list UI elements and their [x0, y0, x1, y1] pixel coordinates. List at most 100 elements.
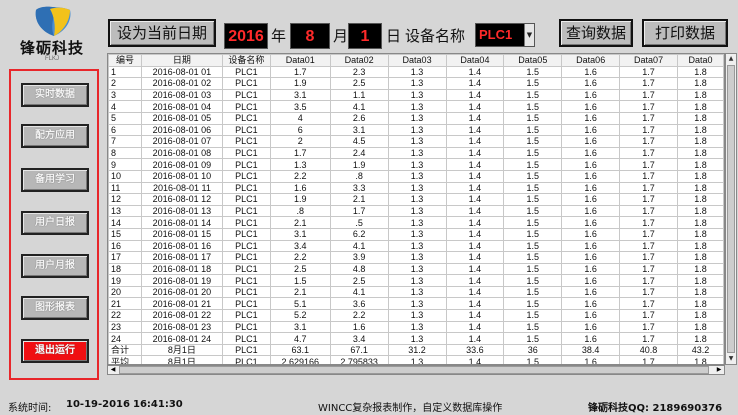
table-row: 9 2016-08-01 09 PLC1 1.3 1.9 1.3 1.4 1.5 1.6 1.7 1… — [108, 158, 724, 171]
table-cell: 1.7 — [619, 309, 678, 322]
table-cell: PLC1 — [221, 100, 271, 113]
nav-graph-report-button[interactable]: 图形报表 — [21, 296, 89, 320]
table-cell: 23 — [108, 320, 142, 334]
table-row: 18 2016-08-01 18 PLC1 2.5 4.8 1.3 1.4 1.5 1.6 1.7… — [108, 262, 724, 276]
column-header: Data06 — [561, 54, 621, 67]
table-cell: .5 — [329, 216, 389, 229]
table-cell: 13 — [108, 204, 142, 218]
table-cell: 1.5 — [503, 262, 563, 276]
table-cell: 1.8 — [677, 274, 724, 287]
day-field[interactable]: 1 — [348, 23, 382, 49]
table-cell: 2016-08-01 07 — [140, 135, 223, 148]
table-cell: PLC1 — [221, 297, 271, 311]
table-cell: 16 — [108, 239, 142, 253]
column-header: Data02 — [329, 54, 389, 67]
table-cell: 3.1 — [269, 227, 331, 241]
table-cell: 1.5 — [503, 320, 563, 334]
table-cell: 1.6 — [561, 169, 621, 183]
table-cell: 1.7 — [269, 146, 331, 160]
table-cell: 1.5 — [503, 123, 563, 137]
table-cell: 1.3 — [387, 169, 447, 183]
table-cell: 1.3 — [387, 332, 447, 345]
set-current-date-button[interactable]: 设为当前日期 — [108, 19, 216, 47]
table-cell: 2016-08-01 13 — [140, 204, 223, 218]
table-cell: 20 — [108, 285, 142, 299]
table-row: 6 2016-08-01 06 PLC1 6 3.1 1.3 1.4 1.5 1.6 1.7 1.8 — [108, 123, 724, 137]
table-cell: 1.8 — [677, 181, 724, 195]
table-cell: 1.7 — [619, 297, 678, 311]
scroll-up-icon[interactable]: ▲ — [726, 54, 736, 64]
table-cell: 1.3 — [387, 100, 447, 113]
table-cell: 1.6 — [561, 216, 621, 229]
table-cell: 1.4 — [445, 146, 505, 160]
table-cell: PLC1 — [221, 193, 271, 206]
device-select[interactable]: PLC1 ▼ — [475, 23, 535, 47]
nav-recipe-button[interactable]: 配方应用 — [21, 124, 89, 148]
table-row: 7 2016-08-01 07 PLC1 2 4.5 1.3 1.4 1.5 1.6 1.7 1.8 — [108, 135, 724, 148]
table-cell: 9 — [108, 158, 142, 171]
nav-exit-button[interactable]: 退出运行 — [21, 339, 89, 363]
table-cell: 1.5 — [503, 355, 563, 364]
nav-realtime-button[interactable]: 实时数据 — [21, 83, 89, 107]
nav-monthly-report-button[interactable]: 用户月报 — [21, 254, 89, 278]
table-cell: 1.1 — [329, 88, 389, 102]
table-cell: 1.5 — [503, 285, 563, 299]
table-cell: 2016-08-01 09 — [140, 158, 223, 171]
table-cell: 1.4 — [445, 239, 505, 253]
table-cell: 1.5 — [503, 332, 563, 345]
table-cell: 2016-08-01 22 — [140, 309, 223, 322]
query-data-button[interactable]: 查询数据 — [559, 19, 633, 47]
table-cell: 1.5 — [503, 135, 563, 148]
table-cell: 1.7 — [619, 216, 678, 229]
table-cell: 3.1 — [329, 123, 389, 137]
table-cell: PLC1 — [221, 343, 271, 357]
table-cell: 1.7 — [619, 332, 678, 345]
nav-study-button[interactable]: 备用学习 — [21, 168, 89, 192]
table-cell: PLC1 — [221, 332, 271, 345]
table-cell: 1.3 — [387, 204, 447, 218]
scroll-thumb[interactable] — [727, 65, 735, 353]
chevron-down-icon[interactable]: ▼ — [524, 24, 534, 46]
table-cell: 1.7 — [619, 239, 678, 253]
table-cell: 1.5 — [503, 100, 563, 113]
scroll-left-icon[interactable]: ◀ — [108, 366, 118, 374]
table-row: 8 2016-08-01 08 PLC1 1.7 2.4 1.3 1.4 1.5 1.6 1.7 1… — [108, 146, 724, 160]
table-cell: 36 — [503, 343, 563, 357]
table-cell: 1.4 — [445, 77, 505, 90]
scroll-right-icon[interactable]: ▶ — [714, 366, 724, 374]
hscroll-thumb[interactable] — [119, 366, 709, 374]
table-cell: 1.6 — [561, 262, 621, 276]
table-cell: 1.3 — [387, 158, 447, 171]
print-data-button[interactable]: 打印数据 — [642, 19, 728, 47]
year-field[interactable]: 2016 — [224, 23, 268, 49]
table-cell: 1.7 — [619, 135, 678, 148]
horizontal-scrollbar[interactable]: ◀ ▶ — [107, 365, 725, 375]
table-row: 24 2016-08-01 24 PLC1 4.7 3.4 1.3 1.4 1.5 1.6 1.7… — [108, 332, 724, 345]
column-header: Data07 — [619, 54, 678, 67]
table-cell: 2.5 — [329, 77, 389, 90]
month-field[interactable]: 8 — [290, 23, 330, 49]
table-cell: PLC1 — [221, 227, 271, 241]
column-header: 设备名称 — [221, 54, 271, 67]
scroll-down-icon[interactable]: ▼ — [726, 354, 736, 364]
table-cell: 1.7 — [619, 204, 678, 218]
report-table[interactable]: 编号 日期 设备名称 Data01 Data02 Data03 Data04 Data05 Da… — [107, 53, 725, 365]
nav-daily-report-button[interactable]: 用户日报 — [21, 211, 89, 235]
table-cell: 1.8 — [677, 135, 724, 148]
table-cell: 1.5 — [503, 88, 563, 102]
table-cell: 1.4 — [445, 88, 505, 102]
table-cell: 6 — [108, 123, 142, 137]
table-cell: 1.4 — [445, 297, 505, 311]
table-cell: 3.1 — [269, 320, 331, 334]
table-cell: 8月1日 — [140, 355, 223, 364]
table-cell: 1.8 — [677, 204, 724, 218]
table-cell: 18 — [108, 262, 142, 276]
table-cell: 2.2 — [269, 169, 331, 183]
table-cell: 1.8 — [677, 169, 724, 183]
table-cell: 1.7 — [619, 181, 678, 195]
table-cell: 4.8 — [329, 262, 389, 276]
table-cell: 1 — [108, 65, 142, 79]
vertical-scrollbar[interactable]: ▲ ▼ — [725, 53, 737, 365]
table-cell: 3.1 — [269, 88, 331, 102]
table-cell: 1.5 — [503, 239, 563, 253]
